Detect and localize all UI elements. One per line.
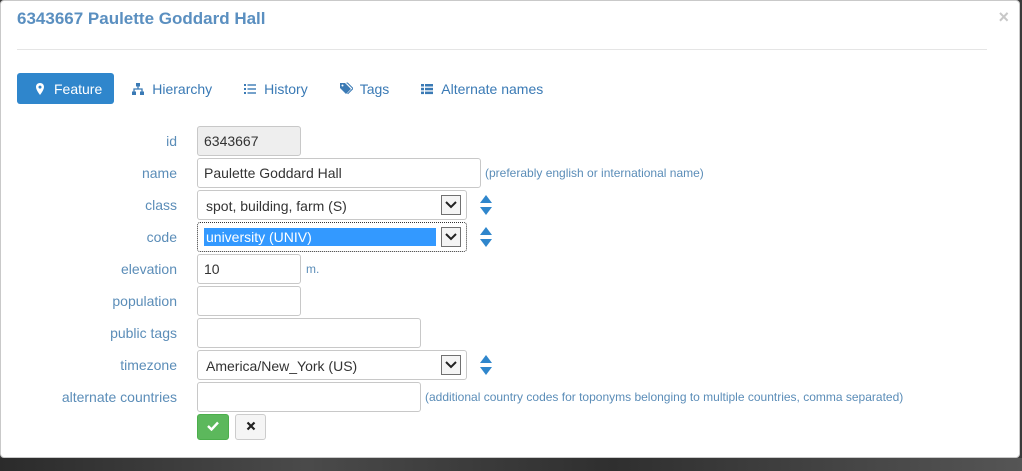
id-field: 6343667 xyxy=(197,126,301,156)
timezone-select-value: America/New_York (US) xyxy=(206,358,358,374)
page-backdrop xyxy=(0,458,1022,471)
name-row: name Paulette Goddard Hall (preferably e… xyxy=(1,158,1021,188)
population-label: population xyxy=(112,293,177,309)
alternate-countries-row: alternate countries (additional country … xyxy=(1,382,1021,412)
alternate-countries-field[interactable] xyxy=(197,382,421,412)
name-label: name xyxy=(141,165,177,181)
id-row: id 6343667 xyxy=(1,126,1021,156)
close-icon[interactable]: × xyxy=(998,7,1009,28)
tab-tags-label: Tags xyxy=(359,80,390,97)
save-button[interactable] xyxy=(197,414,229,440)
class-label: class xyxy=(145,197,177,213)
population-row: population xyxy=(1,286,1021,316)
tab-history[interactable]: History xyxy=(228,73,322,104)
elevation-row: elevation 10 m. xyxy=(1,254,1021,284)
edit-feature-dialog: 6343667 Paulette Goddard Hall × Feature … xyxy=(0,0,1020,458)
map-marker-icon xyxy=(33,82,47,96)
check-icon xyxy=(207,418,219,436)
sort-arrows-icon[interactable] xyxy=(479,354,493,376)
tab-history-label: History xyxy=(264,80,308,97)
name-hint: (preferably english or international nam… xyxy=(485,166,704,180)
sort-arrows-icon[interactable] xyxy=(479,194,493,216)
chevron-down-icon[interactable] xyxy=(441,227,461,247)
alternate-countries-label: alternate countries xyxy=(61,389,177,405)
header-divider xyxy=(17,49,987,50)
class-row: class spot, building, farm (S) xyxy=(1,190,1021,220)
sort-arrows-icon[interactable] xyxy=(479,226,493,248)
public-tags-row: public tags xyxy=(1,318,1021,348)
tab-alternate-names[interactable]: Alternate names xyxy=(405,73,557,104)
tab-hierarchy-label: Hierarchy xyxy=(152,80,213,97)
tab-feature[interactable]: Feature xyxy=(17,73,115,104)
class-select[interactable]: spot, building, farm (S) xyxy=(197,190,467,220)
tab-feature-label: Feature xyxy=(54,80,103,97)
cancel-button[interactable] xyxy=(235,414,266,440)
sitemap-icon xyxy=(131,82,145,96)
tab-bar: Feature Hierarchy History Tags Alternate… xyxy=(17,73,559,104)
elevation-label: elevation xyxy=(120,261,177,277)
timezone-label: timezone xyxy=(120,357,177,373)
chevron-down-icon[interactable] xyxy=(441,355,461,375)
table-list-icon xyxy=(420,82,434,96)
population-field[interactable] xyxy=(197,286,301,316)
code-label: code xyxy=(146,229,177,245)
tab-hierarchy[interactable]: Hierarchy xyxy=(116,73,226,104)
public-tags-label: public tags xyxy=(110,325,177,341)
code-row: code university (UNIV) xyxy=(1,222,1021,252)
tab-tags[interactable]: Tags xyxy=(324,73,404,104)
code-select-value: university (UNIV) xyxy=(204,228,436,246)
elevation-field[interactable]: 10 xyxy=(197,254,301,284)
tab-alternate-names-label: Alternate names xyxy=(441,80,544,97)
dialog-title: 6343667 Paulette Goddard Hall xyxy=(17,9,266,28)
timezone-select[interactable]: America/New_York (US) xyxy=(197,350,467,380)
public-tags-field[interactable] xyxy=(197,318,421,348)
actions-row xyxy=(1,414,1021,444)
alternate-countries-hint: (additional country codes for toponyms b… xyxy=(425,390,904,404)
list-icon xyxy=(243,82,257,96)
code-select[interactable]: university (UNIV) xyxy=(197,222,467,252)
tags-icon xyxy=(339,82,353,96)
class-select-value: spot, building, farm (S) xyxy=(206,198,347,214)
x-icon xyxy=(246,418,256,436)
timezone-row: timezone America/New_York (US) xyxy=(1,350,1021,380)
elevation-unit: m. xyxy=(306,262,320,276)
id-label: id xyxy=(166,133,177,149)
chevron-down-icon[interactable] xyxy=(441,195,461,215)
name-field[interactable]: Paulette Goddard Hall xyxy=(197,158,481,188)
